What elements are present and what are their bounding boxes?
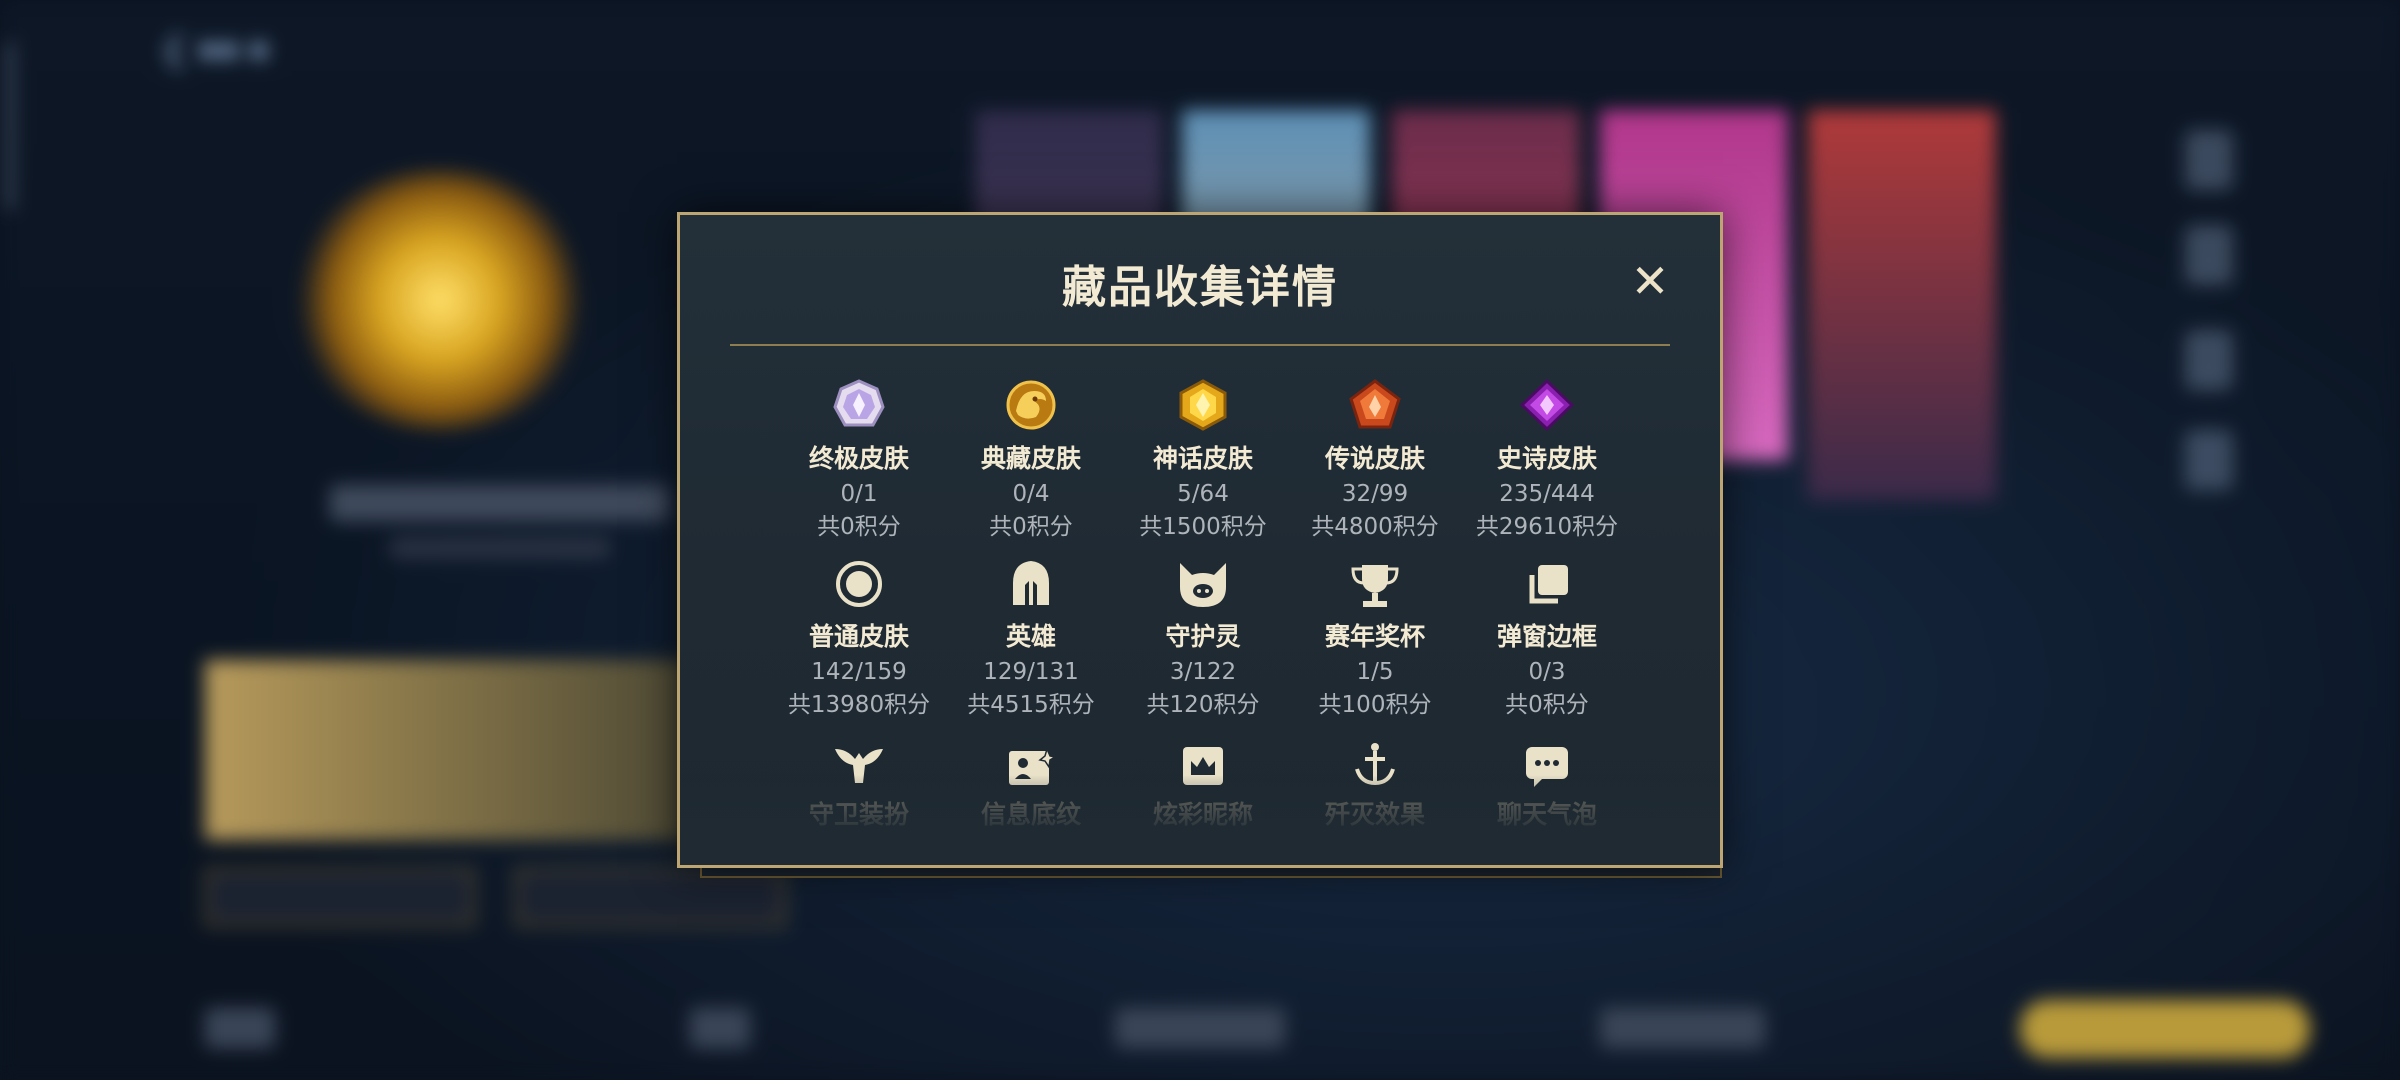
item-count: 0/4	[1012, 481, 1050, 507]
item-label: 典藏皮肤	[980, 444, 1081, 473]
item-points: 共13980积分	[787, 692, 931, 718]
item-count: 5/64	[1177, 481, 1229, 507]
item-label: 赛年奖杯	[1324, 622, 1425, 651]
chat-bubble-icon	[1461, 731, 1633, 787]
collection-item-ultimate-skin[interactable]: 终极皮肤 0/1 共0积分	[773, 375, 945, 543]
epic-skin-gem-icon	[1461, 375, 1633, 431]
item-points: 共29610积分	[1475, 514, 1619, 540]
bg-side-icon	[2185, 130, 2233, 190]
mythic-skin-gem-icon	[1117, 375, 1289, 431]
collection-item-common-skin[interactable]: 普通皮肤 142/159 共13980积分	[773, 553, 945, 721]
item-count: 32/99	[1341, 481, 1409, 507]
item-label: 炫彩昵称	[1152, 800, 1253, 829]
item-label: 信息底纹	[980, 800, 1081, 829]
collection-item-guardian[interactable]: 守护灵 3/122 共120积分	[1117, 553, 1289, 721]
bg-banner	[205, 660, 685, 840]
item-count: 235/444	[1499, 481, 1595, 507]
item-count: 142/159	[811, 659, 907, 685]
bg-bottom-tab	[1600, 1008, 1765, 1048]
item-points: 共100积分	[1318, 692, 1432, 718]
bg-side-icon	[2185, 225, 2233, 285]
item-count: 1/5	[1356, 659, 1394, 685]
collection-item-epic-skin[interactable]: 史诗皮肤 235/444 共29610积分	[1461, 375, 1633, 543]
collector-skin-dragon-icon	[945, 375, 1117, 431]
item-label: 英雄	[1005, 622, 1056, 651]
popup-frame-icon	[1461, 553, 1633, 609]
common-skin-circle-icon	[773, 553, 945, 609]
ultimate-skin-gem-icon	[773, 375, 945, 431]
close-button[interactable]: ✕	[1626, 257, 1674, 305]
season-trophy-icon	[1289, 553, 1461, 609]
bg-bottom-tab	[205, 1008, 275, 1048]
bg-side-icon	[2185, 330, 2233, 390]
hero-helmet-icon	[945, 553, 1117, 609]
colorful-nickname-icon	[1117, 731, 1289, 787]
collection-item-ward-skin[interactable]: 守卫装扮	[773, 731, 945, 865]
item-label: 歼灭效果	[1324, 800, 1425, 829]
item-label: 普通皮肤	[808, 622, 909, 651]
item-label: 终极皮肤	[808, 444, 909, 473]
collection-grid: 终极皮肤 0/1 共0积分 典藏皮肤 0/4 共0积分 神话皮肤 5/64 共1…	[773, 375, 1633, 865]
item-points: 共120积分	[1146, 692, 1260, 718]
modal-title: 藏品收集详情	[1062, 262, 1338, 313]
item-count: 129/131	[983, 659, 1079, 685]
item-label: 神话皮肤	[1152, 444, 1253, 473]
bg-bottom-gold-button	[2020, 1000, 2310, 1058]
info-card-icon	[945, 731, 1117, 787]
collection-item-colorful-nickname[interactable]: 炫彩昵称	[1117, 731, 1289, 865]
collection-item-legendary-skin[interactable]: 传说皮肤 32/99 共4800积分	[1289, 375, 1461, 543]
item-count: 0/1	[840, 481, 878, 507]
collection-item-mythic-skin[interactable]: 神话皮肤 5/64 共1500积分	[1117, 375, 1289, 543]
bg-back-button: ❮ ■■ ■	[160, 31, 269, 69]
bg-skin-card	[1808, 110, 1996, 500]
collection-item-chat-bubble[interactable]: 聊天气泡	[1461, 731, 1633, 865]
bg-emblem	[290, 170, 590, 430]
item-label: 守卫装扮	[808, 800, 909, 829]
item-label: 弹窗边框	[1496, 622, 1597, 651]
collection-item-info-card[interactable]: 信息底纹	[945, 731, 1117, 865]
item-points: 共0积分	[989, 514, 1073, 540]
elimination-effect-icon	[1289, 731, 1461, 787]
ward-skin-icon	[773, 731, 945, 787]
item-points: 共4515积分	[967, 692, 1095, 718]
item-label: 传说皮肤	[1324, 444, 1425, 473]
collection-item-hero[interactable]: 英雄 129/131 共4515积分	[945, 553, 1117, 721]
collection-details-modal: 藏品收集详情 ✕ 终极皮肤 0/1 共0积分 典藏皮肤 0/4 共0积分 神话皮…	[677, 212, 1723, 868]
item-points: 共0积分	[1505, 692, 1589, 718]
guardian-spirit-icon	[1117, 553, 1289, 609]
bg-button-1	[205, 868, 475, 926]
item-points: 共1500积分	[1139, 514, 1267, 540]
item-points: 共0积分	[817, 514, 901, 540]
bg-player-sub	[390, 538, 610, 558]
bg-bottom-tab	[1115, 1008, 1285, 1048]
bg-bottom-tab	[690, 1008, 750, 1048]
item-count: 0/3	[1528, 659, 1566, 685]
legendary-skin-gem-icon	[1289, 375, 1461, 431]
item-label: 聊天气泡	[1496, 800, 1597, 829]
collection-item-popup-frame[interactable]: 弹窗边框 0/3 共0积分	[1461, 553, 1633, 721]
bg-edge-line	[8, 40, 18, 210]
item-label: 守护灵	[1165, 622, 1241, 651]
bg-side-icon	[2185, 430, 2233, 490]
collection-item-collector-skin[interactable]: 典藏皮肤 0/4 共0积分	[945, 375, 1117, 543]
title-divider	[730, 344, 1670, 346]
item-points: 共4800积分	[1311, 514, 1439, 540]
item-label: 史诗皮肤	[1496, 444, 1597, 473]
collection-item-season-trophy[interactable]: 赛年奖杯 1/5 共100积分	[1289, 553, 1461, 721]
bg-player-name	[330, 485, 670, 521]
item-count: 3/122	[1169, 659, 1237, 685]
collection-item-elimination-effect[interactable]: 歼灭效果	[1289, 731, 1461, 865]
